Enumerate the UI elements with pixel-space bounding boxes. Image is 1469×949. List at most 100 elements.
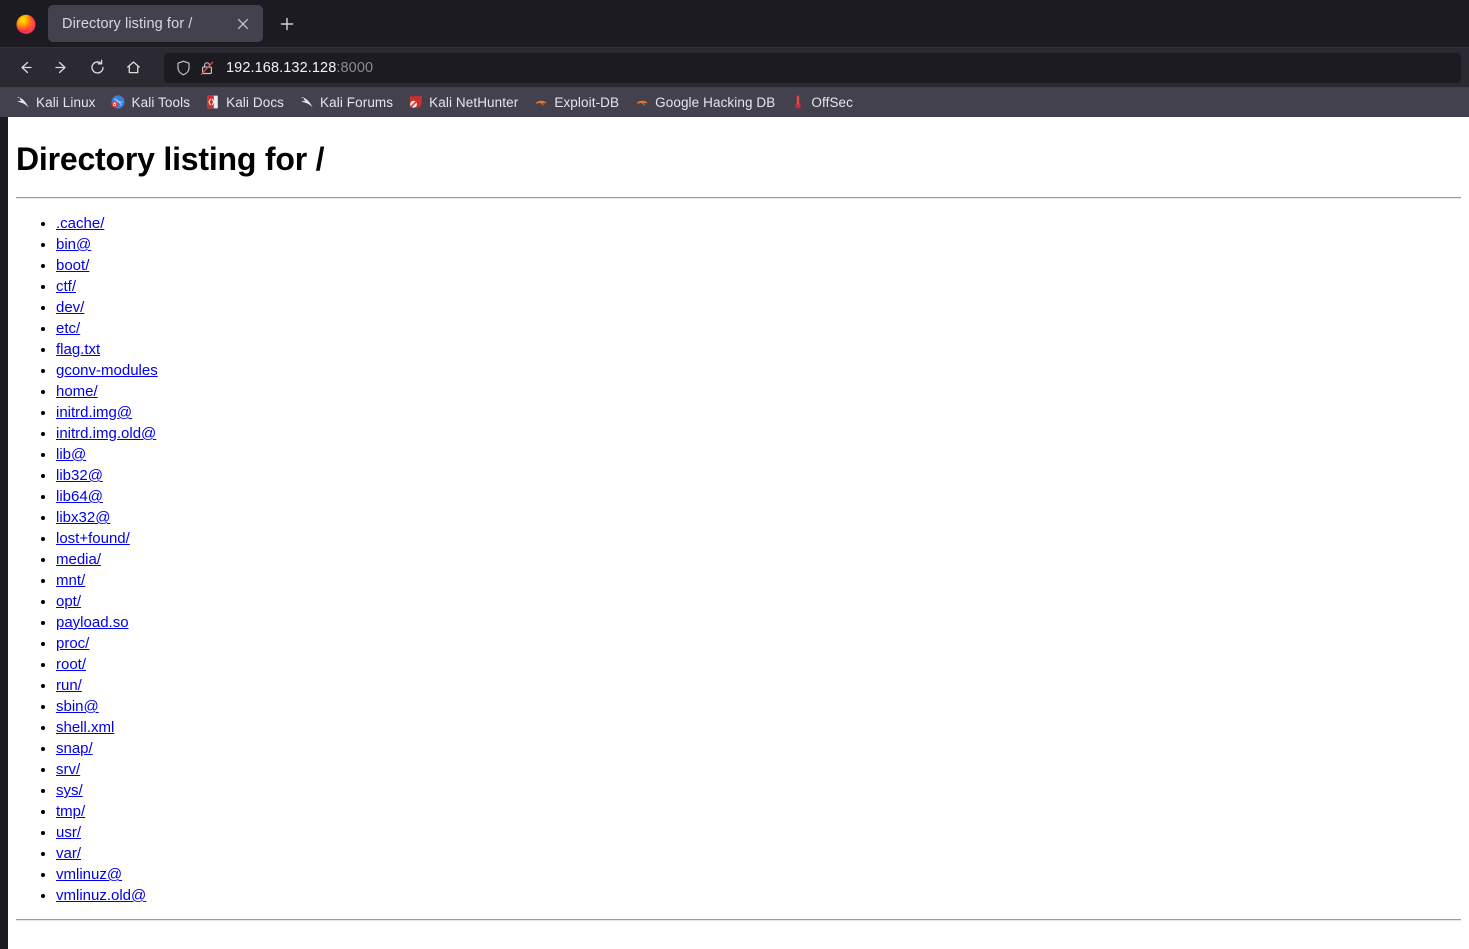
directory-entry-link[interactable]: sys/ [56,782,83,799]
firefox-logo-icon [14,12,38,36]
directory-entry-link[interactable]: dev/ [56,299,84,316]
navigation-toolbar: 192.168.132.128:8000 [0,47,1469,87]
list-item: dev/ [56,297,1469,318]
page-title: Directory listing for / [16,141,325,177]
bookmark-label: Google Hacking DB [655,94,776,110]
list-item: lib@ [56,444,1469,465]
tab-title: Directory listing for / [62,15,193,32]
bookmark-kali-tools[interactable]: Kali Tools [110,90,197,114]
bookmark-kali-nethunter[interactable]: Kali NetHunter [407,90,524,114]
url-bar[interactable]: 192.168.132.128:8000 [164,52,1461,83]
list-item: initrd.img.old@ [56,423,1469,444]
bookmark-kali-linux[interactable]: Kali Linux [14,90,102,114]
list-item: tmp/ [56,801,1469,822]
directory-entry-link[interactable]: sbin@ [56,698,99,715]
directory-entry-link[interactable]: lib64@ [56,488,103,505]
bookmark-exploit-db[interactable]: Exploit-DB [532,90,625,114]
directory-entry-link[interactable]: home/ [56,383,98,400]
list-item: shell.xml [56,717,1469,738]
directory-entry-link[interactable]: initrd.img@ [56,404,132,421]
bookmark-label: Kali Forums [320,94,394,110]
directory-entry-link[interactable]: media/ [56,551,101,568]
directory-entry-link[interactable]: snap/ [56,740,93,757]
directory-entry-link[interactable]: srv/ [56,761,80,778]
directory-entry-link[interactable]: bin@ [56,236,91,253]
kali-tools-icon [110,94,127,111]
new-tab-button[interactable] [272,9,302,39]
bookmark-label: Exploit-DB [554,94,620,110]
tab-strip: Directory listing for / [0,0,1469,47]
directory-entry-link[interactable]: usr/ [56,824,81,841]
directory-entry-link[interactable]: var/ [56,845,81,862]
exploit-db-icon [532,94,549,111]
list-item: payload.so [56,612,1469,633]
directory-entry-link[interactable]: run/ [56,677,82,694]
home-icon[interactable] [116,53,150,83]
directory-entry-link[interactable]: etc/ [56,320,80,337]
url-host: 192.168.132.128 [226,59,337,76]
list-item: gconv-modules [56,360,1469,381]
directory-entry-link[interactable]: tmp/ [56,803,85,820]
bookmark-label: Kali Tools [131,94,191,110]
lock-crossed-out-icon[interactable] [196,57,218,79]
title-divider [16,197,1461,199]
list-item: ctf/ [56,276,1469,297]
directory-entry-link[interactable]: .cache/ [56,215,104,232]
list-item: mnt/ [56,570,1469,591]
shield-icon[interactable] [172,57,194,79]
list-item: .cache/ [56,213,1469,234]
browser-tab[interactable]: Directory listing for / [48,5,263,42]
directory-entry-link[interactable]: lib@ [56,446,86,463]
list-item: sys/ [56,780,1469,801]
list-item: lost+found/ [56,528,1469,549]
list-item: opt/ [56,591,1469,612]
bookmark-offsec[interactable]: OffSec [789,90,859,114]
list-item: media/ [56,549,1469,570]
url-display: 192.168.132.128:8000 [226,60,373,76]
kali-forums-icon [298,94,315,111]
kali-nethunter-icon [407,94,424,111]
directory-entry-link[interactable]: flag.txt [56,341,100,358]
listing-divider [16,919,1461,921]
directory-entry-link[interactable]: mnt/ [56,572,85,589]
list-item: lib64@ [56,486,1469,507]
bookmark-kali-docs[interactable]: Kali Docs [204,90,290,114]
offsec-icon [789,94,806,111]
reload-icon[interactable] [80,53,114,83]
bookmark-kali-forums[interactable]: Kali Forums [298,90,399,114]
list-item: root/ [56,654,1469,675]
directory-entry-link[interactable]: root/ [56,656,86,673]
directory-entry-link[interactable]: boot/ [56,257,89,274]
bookmark-label: OffSec [811,94,854,110]
forward-arrow-icon[interactable] [44,53,78,83]
directory-entry-link[interactable]: shell.xml [56,719,114,736]
list-item: run/ [56,675,1469,696]
directory-entry-link[interactable]: lib32@ [56,467,103,484]
bookmark-label: Kali NetHunter [429,94,519,110]
list-item: flag.txt [56,339,1469,360]
url-port: :8000 [336,59,374,76]
close-icon[interactable] [232,13,254,35]
directory-entry-link[interactable]: ctf/ [56,278,76,295]
directory-entry-link[interactable]: vmlinuz.old@ [56,887,146,904]
directory-entry-link[interactable]: gconv-modules [56,362,158,379]
directory-entry-link[interactable]: lost+found/ [56,530,130,547]
directory-entry-link[interactable]: vmlinuz@ [56,866,122,883]
directory-entry-link[interactable]: initrd.img.old@ [56,425,156,442]
directory-entry-link[interactable]: proc/ [56,635,89,652]
list-item: usr/ [56,822,1469,843]
list-item: home/ [56,381,1469,402]
back-arrow-icon[interactable] [8,53,42,83]
directory-entry-link[interactable]: libx32@ [56,509,110,526]
list-item: vmlinuz@ [56,864,1469,885]
directory-entry-link[interactable]: payload.so [56,614,129,631]
list-item: libx32@ [56,507,1469,528]
directory-entry-link[interactable]: opt/ [56,593,81,610]
kali-docs-book-icon [204,94,221,111]
tab-list: Directory listing for / [48,0,302,47]
bookmarks-bar: Kali Linux Kali Tools Kali Docs Kali For… [0,87,1469,117]
bookmark-google-hacking-db[interactable]: Google Hacking DB [633,90,781,114]
kali-dragon-icon [14,94,31,111]
list-item: boot/ [56,255,1469,276]
list-item: bin@ [56,234,1469,255]
